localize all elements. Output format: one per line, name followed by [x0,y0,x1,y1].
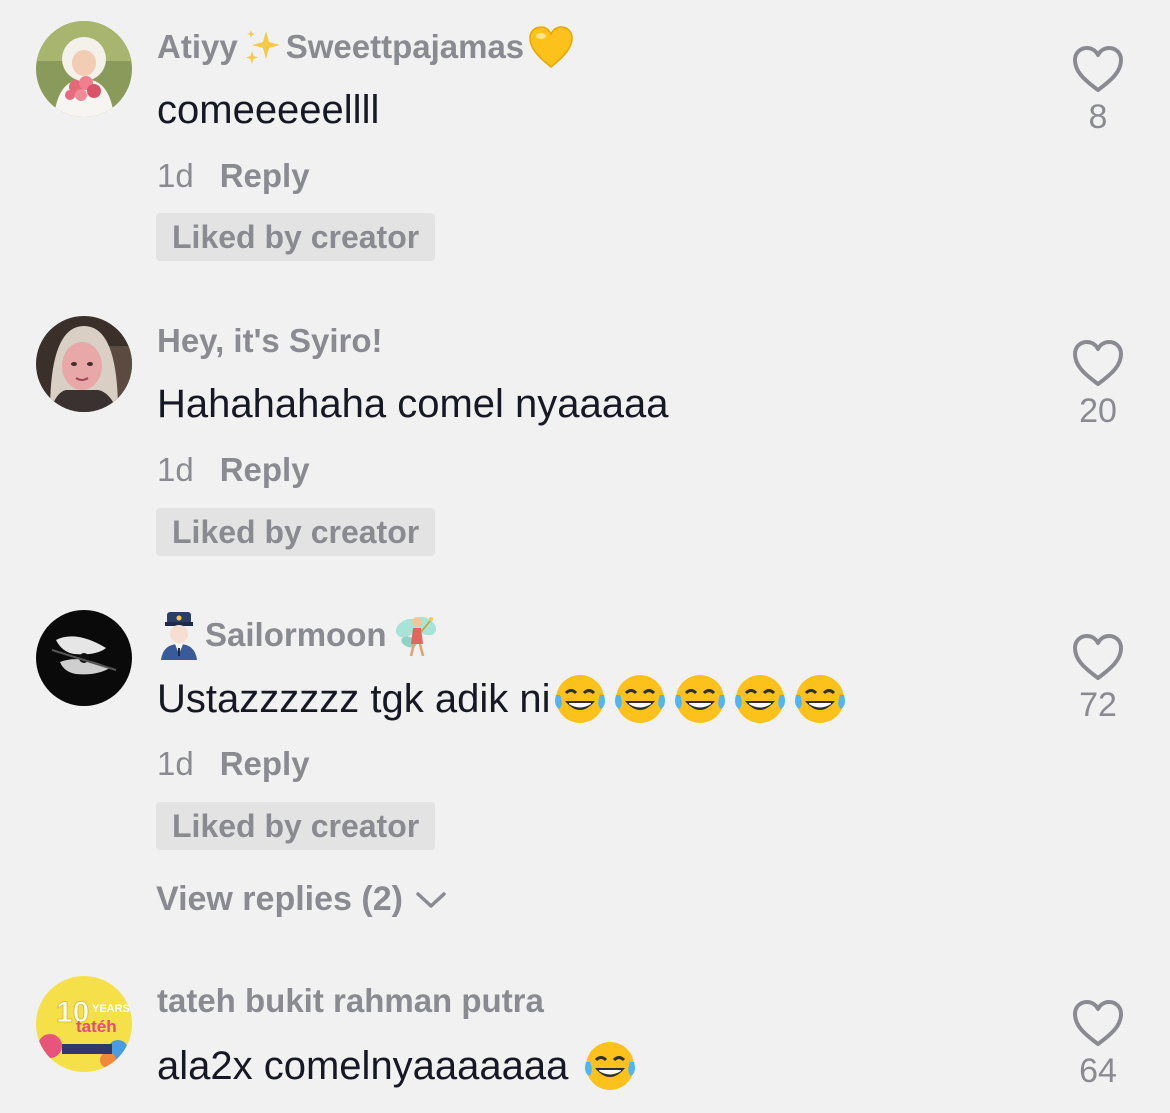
reply-button[interactable]: Reply [220,157,310,195]
comment-text: Hahahahaha comel nyaaaaa [157,381,669,426]
avatar-brand-text: tatéh [76,1017,117,1036]
tears-of-joy-emoji [675,675,726,723]
comment-username[interactable]: Hey, it's Syiro! [157,321,382,361]
heart-outline-icon [1073,46,1123,92]
tears-of-joy-emoji [795,675,846,723]
tears-of-joy-emoji [735,675,786,723]
liked-by-creator-badge: Liked by creator [156,508,436,556]
comment-time: 1d [157,451,194,488]
laughing-emoji-row [552,673,848,725]
heart-outline-icon [1073,634,1123,680]
tears-of-joy-emoji [615,675,666,723]
liked-by-creator-badge: Liked by creator [156,802,436,850]
avatar[interactable] [36,316,132,412]
comment-meta: 1d Reply [157,743,310,785]
avatar-image [36,21,132,117]
comment-text: Ustazzzzzz tgk adik ni [157,670,848,728]
tears-of-joy-emoji [555,675,606,723]
view-replies-label: View replies (2) [156,880,403,918]
view-replies-button[interactable]: View replies (2) [156,880,447,919]
username-suffix: Sweettpajamas [285,28,525,65]
fairy-emoji [395,616,436,657]
like-button[interactable]: 20 [1058,338,1138,431]
avatar-image [36,316,132,412]
avatar-image [36,610,132,706]
username-text: Sailormoon [205,616,387,653]
heart-outline-icon [1073,340,1123,386]
yellow-heart-emoji [529,26,573,68]
avatar-image: 10 YEARS tatéh [36,976,132,1072]
comment-text-content: ala2x comelnyaaaaaaa [157,1043,569,1088]
comment-meta: 1d Reply [157,155,310,197]
chevron-down-icon [416,891,446,908]
comment-username[interactable]: tateh bukit rahman putra [157,981,544,1021]
svg-text:YEARS: YEARS [92,1003,130,1015]
like-button[interactable]: 64 [1058,998,1138,1091]
comment-username[interactable]: Atiyy Sweettpajamas [157,26,574,68]
sparkles-emoji [245,30,280,64]
comment-username[interactable]: Sailormoon [157,610,441,660]
like-count: 72 [1079,686,1117,724]
comment-text: comeeeeellll [157,87,380,132]
reply-button[interactable]: Reply [220,451,310,489]
tears-of-joy-emoji [585,1042,636,1090]
avatar[interactable] [36,610,132,706]
comment-text: ala2x comelnyaaaaaaa [157,1038,638,1094]
like-count: 8 [1088,98,1108,136]
avatar[interactable] [36,21,132,117]
comment-text-content: Ustazzzzzz tgk adik ni [157,676,551,721]
comment-meta: 1d Reply [157,449,310,491]
like-count: 20 [1079,392,1117,430]
like-count: 64 [1079,1052,1117,1090]
heart-outline-icon [1073,1000,1123,1046]
reply-button[interactable]: Reply [220,745,310,783]
comment-time: 1d [157,157,194,194]
avatar[interactable]: 10 YEARS tatéh [36,976,132,1072]
comment-time: 1d [157,745,194,782]
username-text: Atiyy [157,28,238,65]
like-button[interactable]: 8 [1058,44,1138,137]
liked-by-creator-badge: Liked by creator [156,213,436,261]
police-officer-emoji [161,612,197,660]
like-button[interactable]: 72 [1058,632,1138,725]
